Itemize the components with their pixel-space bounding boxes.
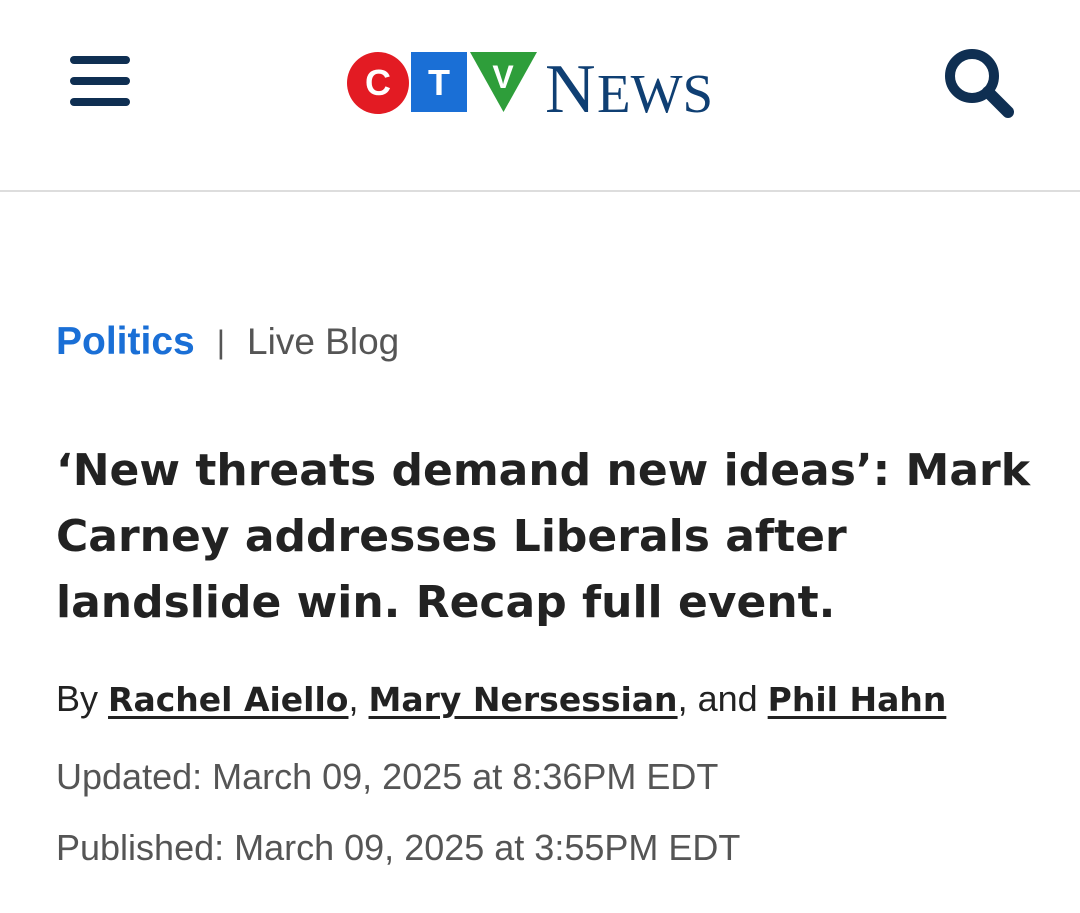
format-tag: Live Blog	[247, 321, 400, 362]
menu-icon-bar	[70, 77, 130, 85]
section-link-politics[interactable]: Politics	[56, 320, 195, 364]
updated-timestamp: Updated: March 09, 2025 at 8:36PM EDT	[56, 756, 719, 797]
logo-wordmark-rest: EWS	[597, 63, 713, 116]
published-timestamp: Published: March 09, 2025 at 3:55PM EDT	[56, 827, 741, 868]
article-headline: ‘New threats demand new ideas’: Mark Car…	[56, 445, 1030, 628]
article-kicker: Politics | Live Blog	[56, 316, 399, 368]
ctv-news-logo[interactable]: C T V N EWS	[347, 50, 737, 116]
author-link[interactable]: Phil Hahn	[768, 680, 947, 719]
logo-letter-v: V	[492, 59, 514, 95]
site-header: C T V N EWS	[0, 0, 1080, 192]
search-icon-handle	[982, 86, 1014, 118]
byline-separator: ,	[348, 678, 359, 719]
logo-letter-c: C	[365, 62, 391, 103]
byline: By Rachel Aiello, Mary Nersessian, and P…	[56, 674, 946, 725]
byline-separator: , and	[677, 678, 758, 719]
kicker-separator: |	[216, 323, 226, 360]
menu-icon-bar	[70, 98, 130, 106]
hamburger-menu-icon[interactable]	[70, 54, 132, 108]
author-link[interactable]: Mary Nersessian	[369, 680, 678, 719]
byline-prefix: By	[56, 678, 99, 719]
menu-icon-bar	[70, 56, 130, 64]
logo-letter-t: T	[428, 62, 450, 103]
search-icon[interactable]	[940, 44, 1018, 122]
author-link[interactable]: Rachel Aiello	[108, 680, 348, 719]
logo-wordmark-initial: N	[545, 51, 596, 116]
